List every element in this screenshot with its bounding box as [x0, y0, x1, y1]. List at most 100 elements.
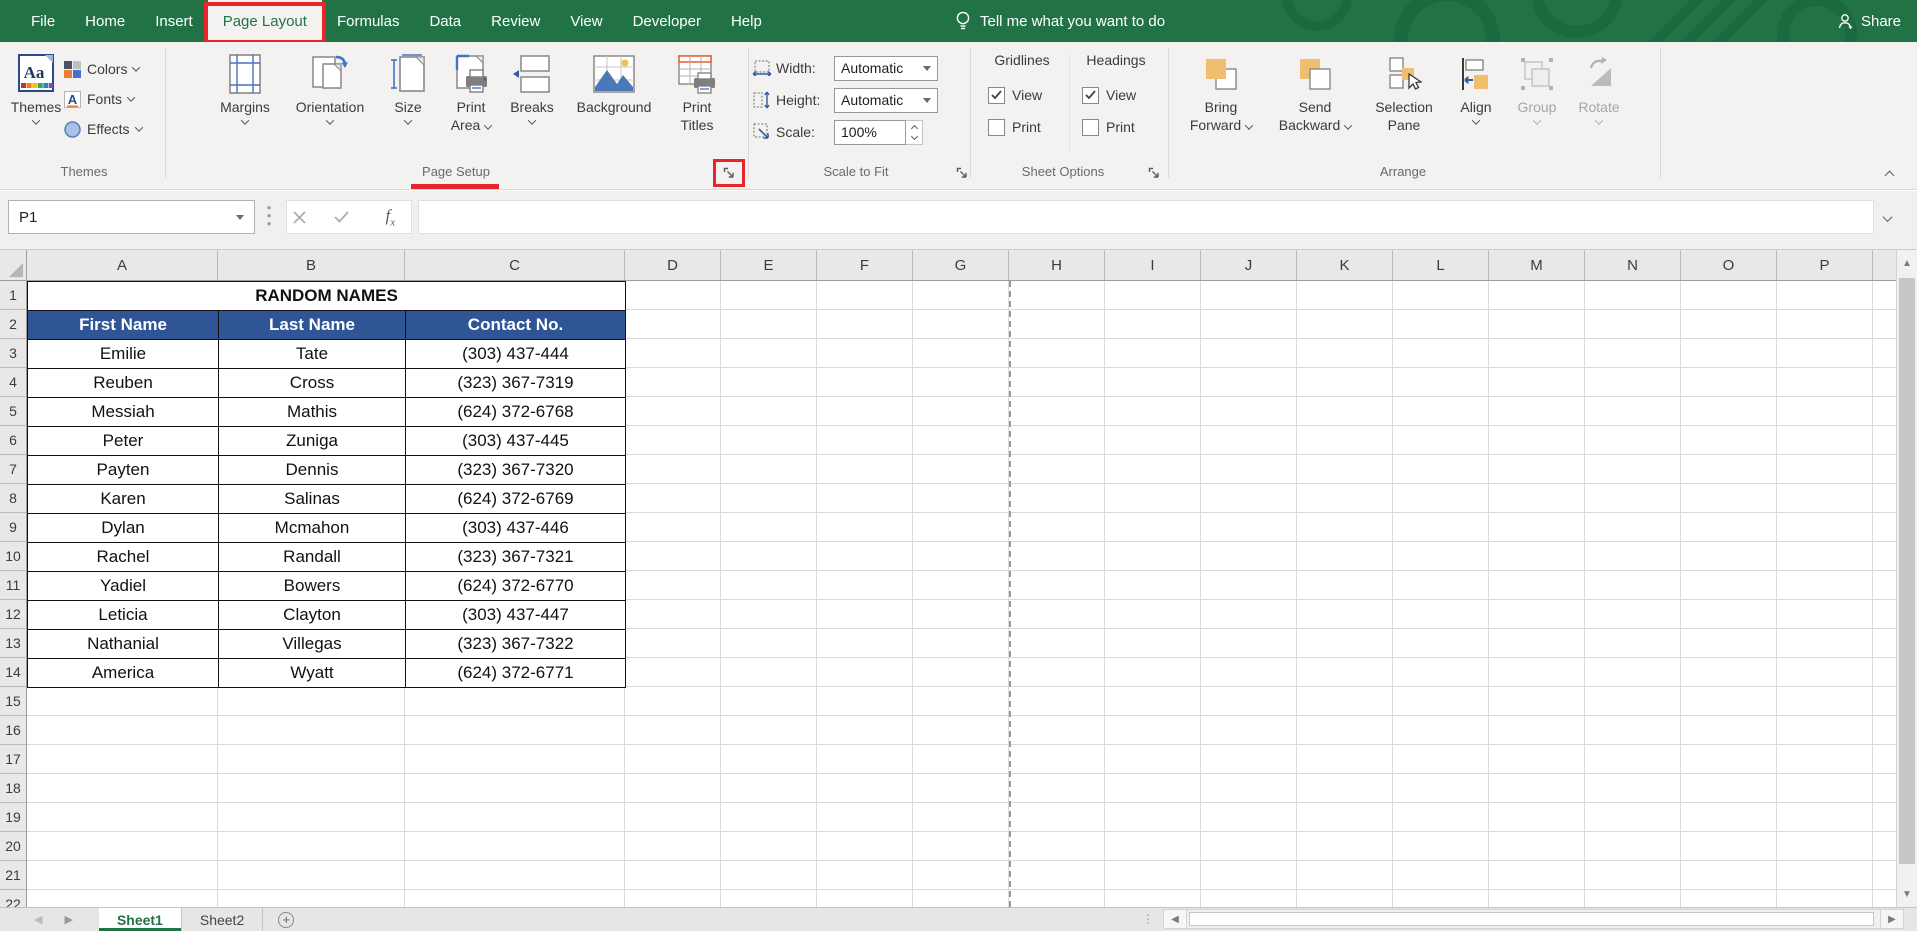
- column-header[interactable]: D: [625, 250, 721, 280]
- cell-first-name[interactable]: Dylan: [28, 514, 219, 543]
- tell-me-box[interactable]: Tell me what you want to do: [955, 0, 1165, 42]
- row-header[interactable]: 9: [0, 513, 26, 542]
- cell-last-name[interactable]: Clayton: [219, 601, 406, 630]
- cell-contact-no[interactable]: (323) 367-7322: [406, 630, 626, 659]
- row-header[interactable]: 18: [0, 774, 26, 803]
- expand-formula-bar-button[interactable]: [1884, 209, 1891, 227]
- column-header[interactable]: B: [218, 250, 405, 280]
- row-header[interactable]: 4: [0, 368, 26, 397]
- column-header[interactable]: E: [721, 250, 817, 280]
- cell-last-name[interactable]: Tate: [219, 340, 406, 369]
- collapse-ribbon-button[interactable]: [1886, 166, 1893, 184]
- cell-last-name[interactable]: Villegas: [219, 630, 406, 659]
- cell-first-name[interactable]: Leticia: [28, 601, 219, 630]
- themes-button[interactable]: Aa Themes: [6, 50, 66, 160]
- scale-input[interactable]: 100%: [834, 120, 906, 145]
- background-button[interactable]: Background: [568, 50, 660, 160]
- cell-last-name[interactable]: Randall: [219, 543, 406, 572]
- horizontal-scroll-track[interactable]: [1187, 909, 1880, 929]
- headings-view-option[interactable]: View: [1082, 84, 1136, 106]
- group-button[interactable]: Group: [1510, 50, 1564, 160]
- ribbon-tab[interactable]: Home: [70, 0, 140, 42]
- cell-first-name[interactable]: Messiah: [28, 398, 219, 427]
- cell-contact-no[interactable]: (624) 372-6769: [406, 485, 626, 514]
- cell-contact-no[interactable]: (323) 367-7319: [406, 369, 626, 398]
- row-header[interactable]: 16: [0, 716, 26, 745]
- row-header[interactable]: 1: [0, 281, 26, 310]
- cell-first-name[interactable]: Peter: [28, 427, 219, 456]
- cell-last-name[interactable]: Cross: [219, 369, 406, 398]
- scroll-left-button[interactable]: ◀: [1163, 909, 1187, 929]
- row-header[interactable]: 5: [0, 397, 26, 426]
- vertical-scrollbar[interactable]: ▲ ▼: [1896, 250, 1917, 907]
- sheet-options-dialog-launcher[interactable]: [1143, 163, 1165, 183]
- cell-last-name[interactable]: Zuniga: [219, 427, 406, 456]
- cell-last-name[interactable]: Mathis: [219, 398, 406, 427]
- orientation-button[interactable]: Orientation: [287, 50, 373, 160]
- select-all-corner[interactable]: [0, 250, 27, 281]
- cell-first-name[interactable]: Karen: [28, 485, 219, 514]
- print-titles-button[interactable]: Print Titles: [671, 50, 723, 160]
- headings-view-checkbox[interactable]: [1082, 87, 1099, 104]
- name-box-dropdown-icon[interactable]: [236, 215, 244, 220]
- ribbon-tab[interactable]: Help: [716, 0, 777, 42]
- cell-contact-no[interactable]: (303) 437-446: [406, 514, 626, 543]
- row-header[interactable]: 21: [0, 861, 26, 890]
- ribbon-tab[interactable]: Page Layout: [208, 0, 322, 42]
- tab-split-grip[interactable]: ⋮: [1142, 912, 1155, 926]
- colors-button[interactable]: Colors: [64, 56, 160, 82]
- column-header[interactable]: C: [405, 250, 625, 280]
- cell-first-name[interactable]: Rachel: [28, 543, 219, 572]
- new-sheet-button[interactable]: +: [263, 908, 309, 931]
- ribbon-tab[interactable]: Formulas: [322, 0, 415, 42]
- sheet-tab-sheet1[interactable]: Sheet1: [99, 908, 182, 931]
- scroll-down-button[interactable]: ▼: [1897, 881, 1917, 907]
- cell-first-name[interactable]: America: [28, 659, 219, 688]
- selection-pane-button[interactable]: Selection Pane: [1367, 50, 1441, 160]
- header-first-name[interactable]: First Name: [28, 311, 219, 340]
- rotate-button[interactable]: Rotate: [1572, 50, 1626, 160]
- horizontal-scroll-thumb[interactable]: [1189, 912, 1874, 926]
- cell-contact-no[interactable]: (624) 372-6771: [406, 659, 626, 688]
- row-header[interactable]: 15: [0, 687, 26, 716]
- cell-contact-no[interactable]: (624) 372-6770: [406, 572, 626, 601]
- ribbon-tab[interactable]: View: [555, 0, 617, 42]
- print-area-button[interactable]: Print Area: [445, 50, 497, 160]
- cell-contact-no[interactable]: (323) 367-7320: [406, 456, 626, 485]
- row-header[interactable]: 14: [0, 658, 26, 687]
- align-button[interactable]: Align: [1450, 50, 1502, 160]
- formula-bar-grip[interactable]: •••: [264, 204, 274, 228]
- headings-print-option[interactable]: Print: [1082, 116, 1135, 138]
- column-header[interactable]: H: [1009, 250, 1105, 280]
- header-contact-no[interactable]: Contact No.: [406, 311, 626, 340]
- row-header[interactable]: 2: [0, 310, 26, 339]
- width-dropdown[interactable]: Automatic: [834, 56, 938, 81]
- row-header[interactable]: 22: [0, 890, 26, 907]
- cell-first-name[interactable]: Yadiel: [28, 572, 219, 601]
- effects-button[interactable]: Effects: [64, 116, 160, 142]
- column-header[interactable]: I: [1105, 250, 1201, 280]
- scroll-right-button[interactable]: ▶: [1880, 909, 1904, 929]
- column-header[interactable]: G: [913, 250, 1009, 280]
- sheet-tab-sheet2[interactable]: Sheet2: [182, 908, 263, 931]
- ribbon-tab[interactable]: Insert: [140, 0, 208, 42]
- cell-first-name[interactable]: Payten: [28, 456, 219, 485]
- cell-first-name[interactable]: Emilie: [28, 340, 219, 369]
- page-setup-dialog-launcher[interactable]: [718, 163, 740, 183]
- row-header[interactable]: 10: [0, 542, 26, 571]
- gridlines-view-option[interactable]: View: [988, 84, 1042, 106]
- ribbon-tab[interactable]: Review: [476, 0, 555, 42]
- cell-contact-no[interactable]: (303) 437-447: [406, 601, 626, 630]
- column-header[interactable]: J: [1201, 250, 1297, 280]
- row-header[interactable]: 3: [0, 339, 26, 368]
- cell-last-name[interactable]: Wyatt: [219, 659, 406, 688]
- gridlines-print-checkbox[interactable]: [988, 119, 1005, 136]
- breaks-button[interactable]: Breaks: [504, 50, 560, 160]
- cancel-formula-button[interactable]: [293, 211, 323, 224]
- next-sheet-button[interactable]: ▶: [64, 913, 72, 926]
- size-button[interactable]: Size: [383, 50, 433, 160]
- ribbon-tab[interactable]: Developer: [618, 0, 716, 42]
- row-header[interactable]: 17: [0, 745, 26, 774]
- header-last-name[interactable]: Last Name: [219, 311, 406, 340]
- row-header[interactable]: 7: [0, 455, 26, 484]
